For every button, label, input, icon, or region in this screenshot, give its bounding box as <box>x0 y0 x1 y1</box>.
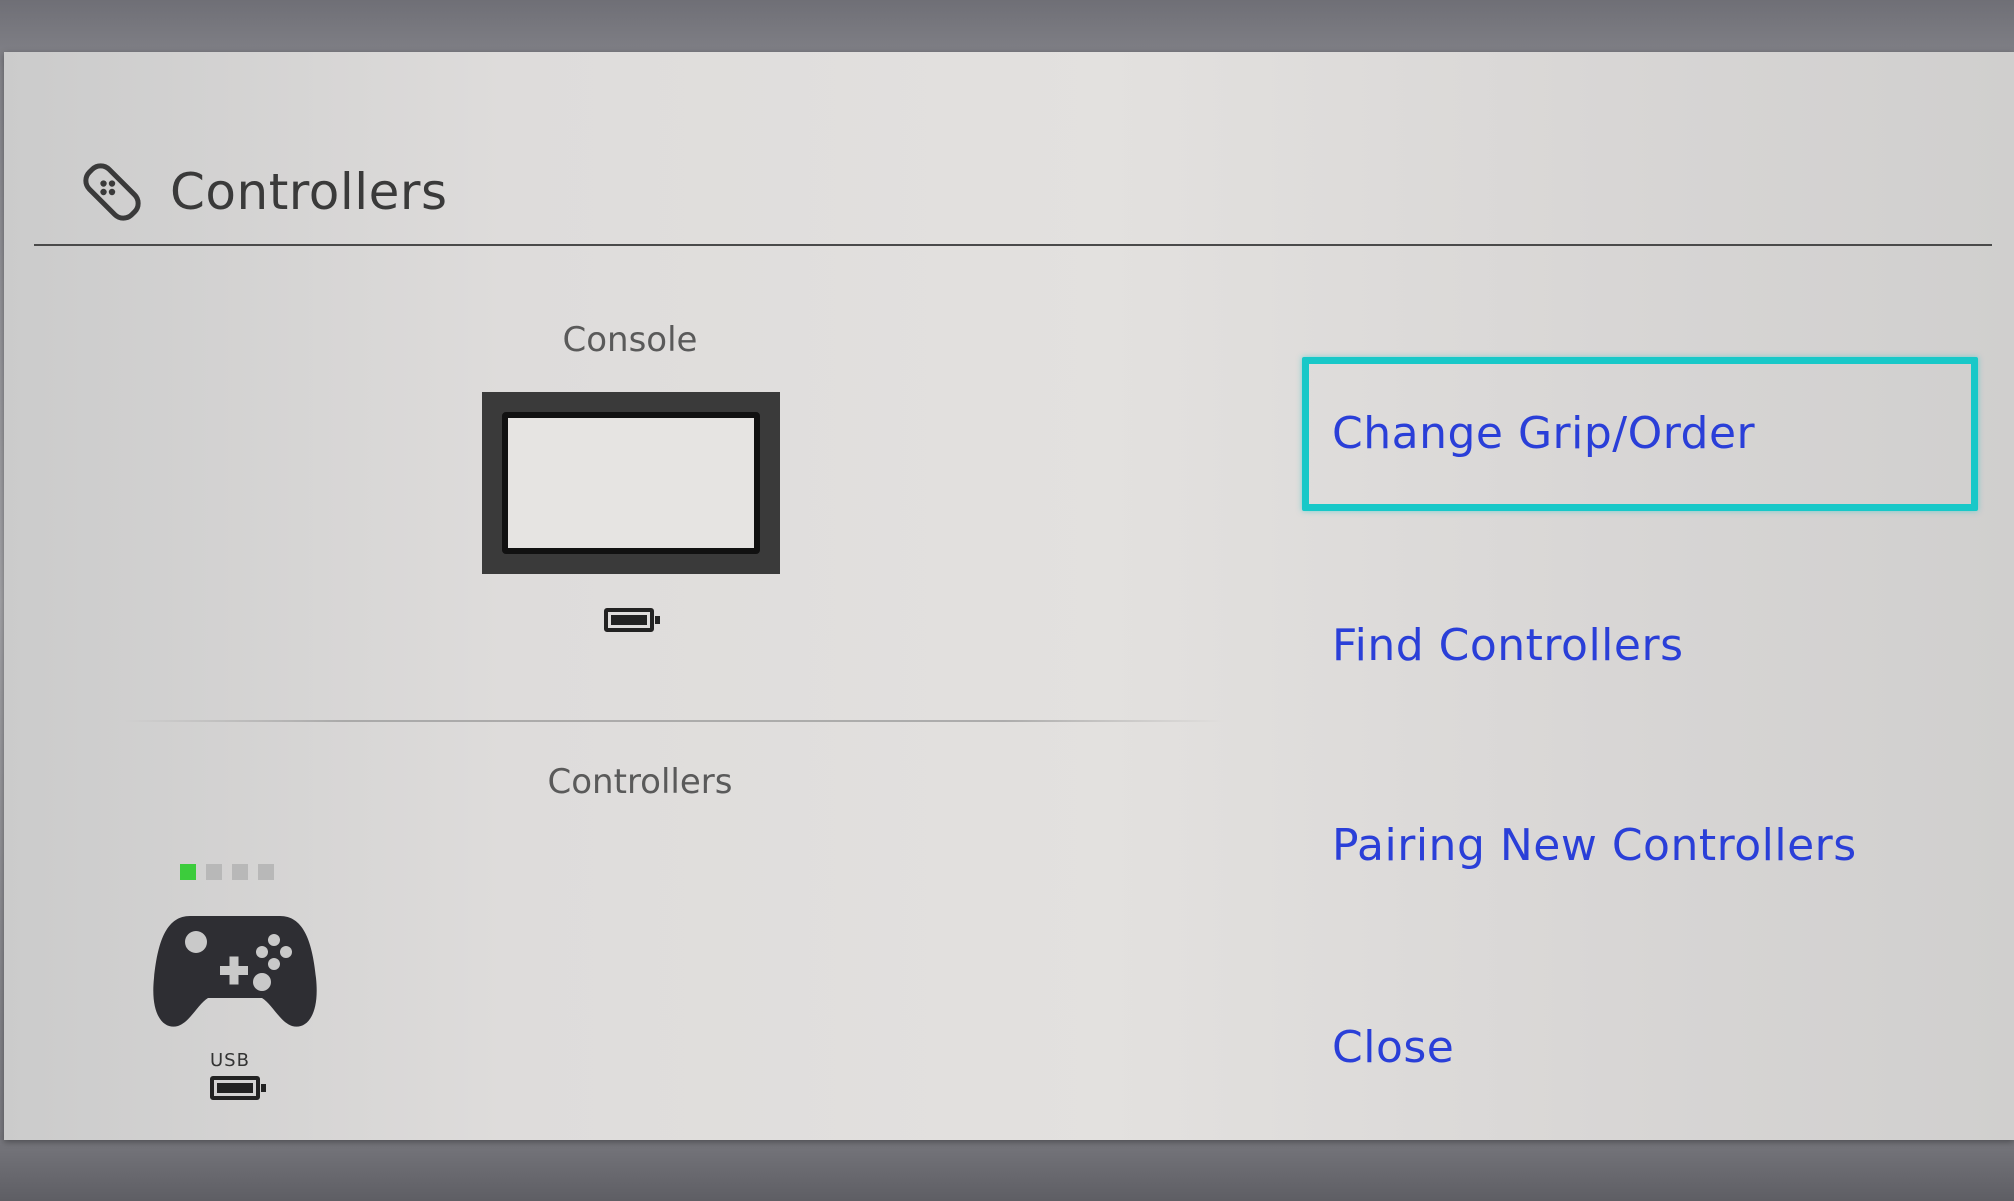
console-image <box>482 392 780 574</box>
close-button[interactable]: Close <box>1332 1022 1454 1073</box>
header: Controllers <box>76 152 448 232</box>
pairing-new-controllers-button[interactable]: Pairing New Controllers <box>1332 820 1857 871</box>
joy-con-icon <box>83 163 141 221</box>
console-screen <box>502 412 760 554</box>
controllers-panel: Controllers Console Controllers USB Chan… <box>4 52 2014 1140</box>
console-label: Console <box>562 320 698 360</box>
player-led-4 <box>258 864 274 880</box>
find-controllers-button[interactable]: Find Controllers <box>1332 620 1684 671</box>
header-divider <box>34 244 1992 246</box>
controller-battery-icon <box>210 1076 266 1100</box>
change-grip-order-button[interactable]: Change Grip/Order <box>1332 408 1755 459</box>
player-indicator <box>180 864 274 880</box>
gamepad-icon <box>153 916 317 1027</box>
player-led-3 <box>232 864 248 880</box>
player-led-2 <box>206 864 222 880</box>
usb-label: USB <box>210 1050 250 1071</box>
console-battery-icon <box>604 608 660 632</box>
section-divider <box>124 720 1224 722</box>
page-title: Controllers <box>170 163 448 221</box>
player-led-1 <box>180 864 196 880</box>
controllers-label: Controllers <box>547 762 733 802</box>
